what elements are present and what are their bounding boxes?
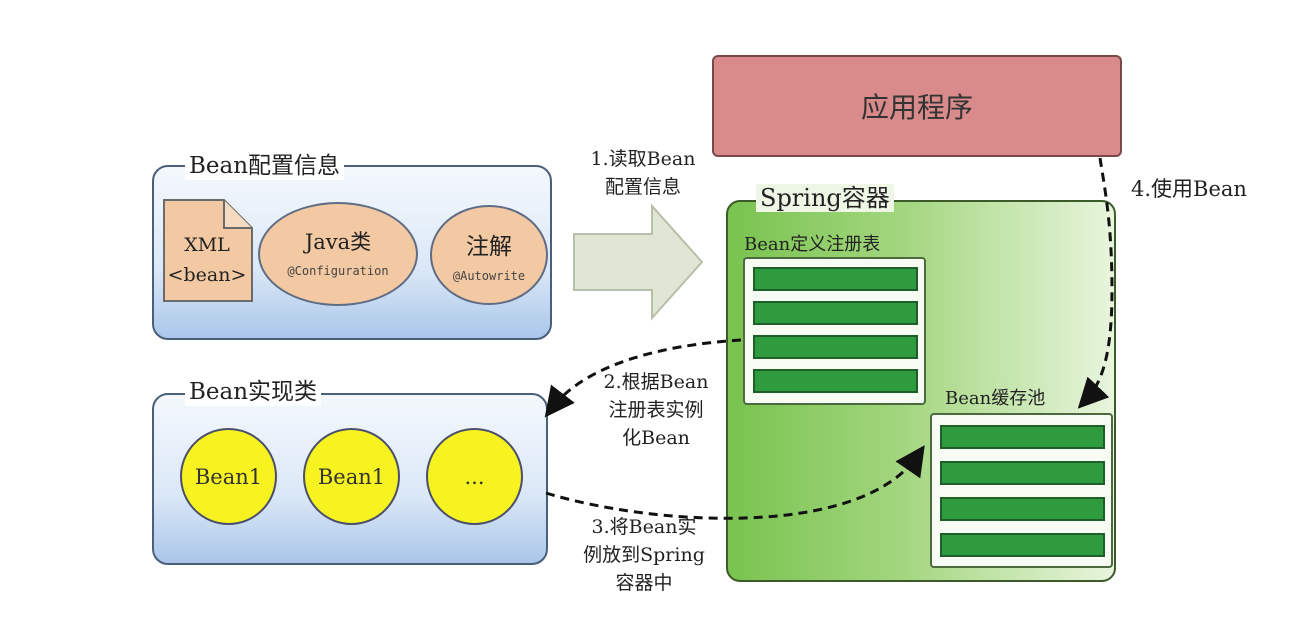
step2-label-line1: 2.根据Bean (603, 371, 709, 393)
step1-label-line2: 配置信息 (604, 176, 681, 198)
step2-label-line3: 化Bean (622, 427, 690, 449)
step3-label-line3: 容器中 (615, 572, 673, 594)
step4-arrow (1077, 157, 1114, 409)
step1-block-arrow (573, 203, 704, 321)
step1-label-line1: 1.读取Bean (590, 148, 696, 170)
step4-label: 4.使用Bean (1131, 177, 1247, 201)
step3-label-line1: 3.将Bean实 (591, 516, 697, 538)
step3-arrow (545, 445, 925, 520)
step3-label-line2: 例放到Spring (583, 544, 705, 566)
step2-label-line2: 注册表实例 (608, 399, 704, 421)
